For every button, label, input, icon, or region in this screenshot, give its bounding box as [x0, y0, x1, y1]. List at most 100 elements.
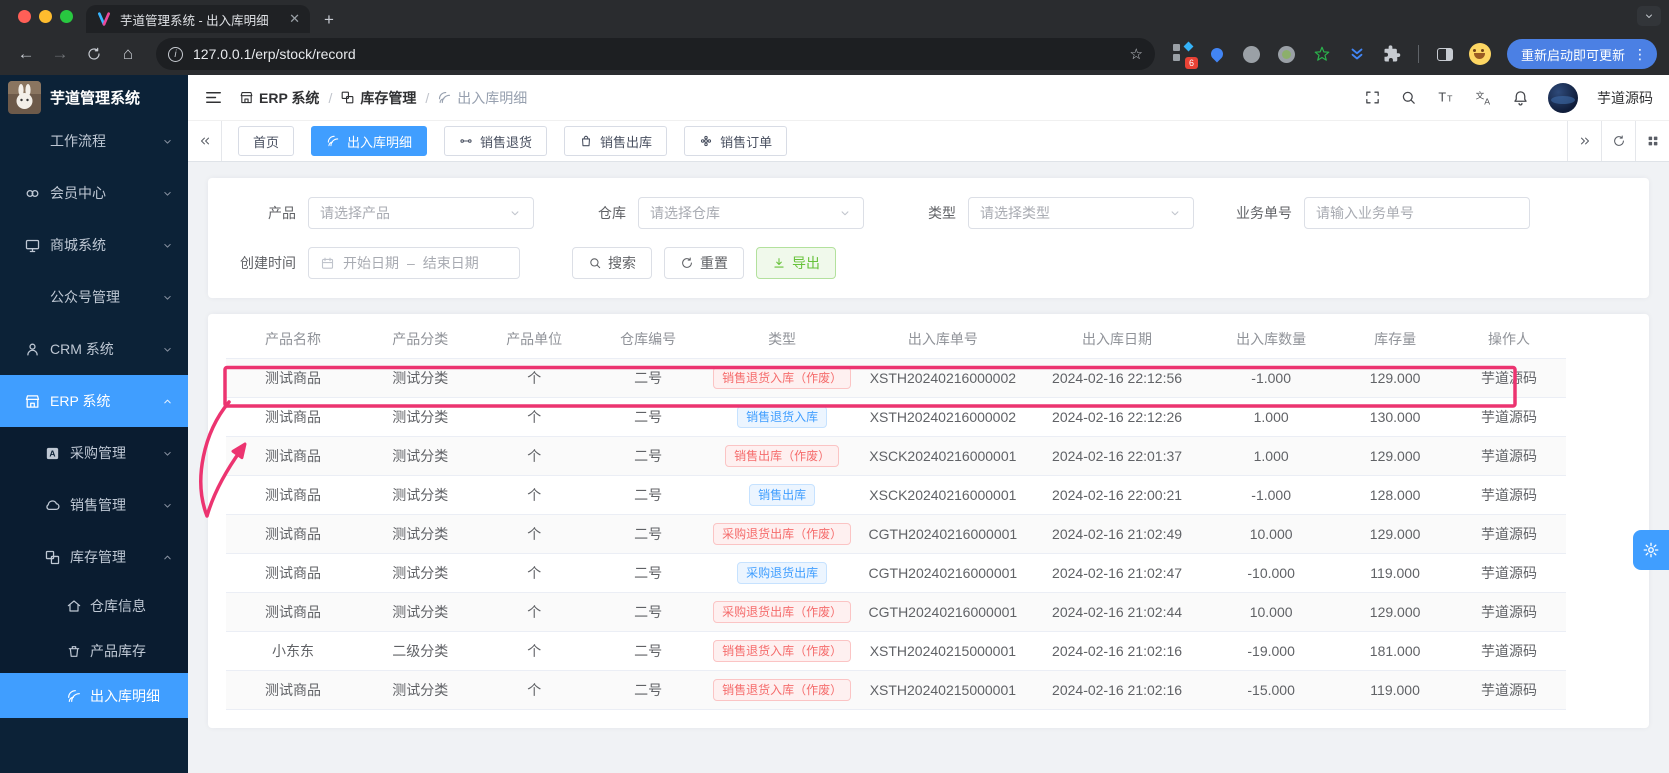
sidebar-item[interactable]: CRM 系统 — [0, 323, 188, 375]
minimize-window-button[interactable] — [39, 10, 52, 23]
table-row[interactable]: 测试商品 测试分类 个 二号 销售退货入库 XSTH20240216000002… — [226, 397, 1566, 436]
warehouse-select[interactable]: 请选择仓库 — [638, 197, 864, 229]
sidebar-logo[interactable]: 芋道管理系统 — [0, 75, 188, 119]
extension-circle-green-icon[interactable] — [1274, 41, 1300, 67]
new-tab-button[interactable]: + — [316, 7, 342, 33]
tab-close-icon[interactable]: ✕ — [289, 11, 300, 27]
tag-tab[interactable]: 销售订单 — [684, 126, 787, 156]
tag-tab[interactable]: 销售出库 — [564, 126, 667, 156]
table-row[interactable]: 测试商品 测试分类 个 二号 销售出库（作废） XSCK202402160000… — [226, 436, 1566, 475]
settings-gear-button[interactable] — [1633, 530, 1669, 570]
column-header[interactable]: 出入库日期 — [1030, 320, 1204, 358]
home-button[interactable]: ⌂ — [114, 40, 142, 68]
extension-tabs-icon[interactable]: 6 — [1169, 41, 1195, 67]
tab-search-button[interactable] — [1637, 6, 1661, 26]
cell-date: 2024-02-16 21:02:44 — [1030, 592, 1204, 631]
extension-pin-icon[interactable] — [1204, 41, 1230, 67]
date-range-picker[interactable]: 开始日期 – 结束日期 — [308, 247, 520, 279]
column-header[interactable]: 产品单位 — [481, 320, 588, 358]
sidebar-item[interactable]: 公众号管理 — [0, 271, 188, 323]
column-header[interactable]: 出入库单号 — [856, 320, 1030, 358]
cell-operator: 芋道源码 — [1452, 397, 1566, 436]
user-name[interactable]: 芋道源码 — [1597, 88, 1653, 108]
breadcrumb-item[interactable]: 库存管理 / — [340, 88, 429, 108]
table-row[interactable]: 测试商品 测试分类 个 二号 销售出库 XSCK20240216000001 2… — [226, 475, 1566, 514]
monitor-icon — [24, 237, 41, 254]
user-avatar[interactable] — [1548, 83, 1578, 113]
sidebar-item[interactable]: 采购管理 — [0, 427, 188, 479]
table-row[interactable]: 测试商品 测试分类 个 二号 销售退货入库（作废） XSTH2024021500… — [226, 670, 1566, 709]
reload-button[interactable] — [80, 40, 108, 68]
tags-layout-grid-button[interactable] — [1635, 121, 1669, 161]
forward-button[interactable]: → — [46, 40, 74, 68]
table-row[interactable]: 测试商品 测试分类 个 二号 销售退货入库（作废） XSTH2024021600… — [226, 358, 1566, 397]
close-window-button[interactable] — [18, 10, 31, 23]
profile-avatar[interactable] — [1467, 41, 1493, 67]
breadcrumb-item[interactable]: 出入库明细 / — [437, 88, 527, 108]
tag-tab[interactable]: 首页 — [238, 126, 294, 156]
type-select[interactable]: 请选择类型 — [968, 197, 1194, 229]
search-button[interactable]: 搜索 — [572, 247, 652, 279]
column-header[interactable]: 操作人 — [1452, 320, 1566, 358]
notifications-bell-icon[interactable] — [1512, 89, 1529, 106]
column-header[interactable]: 库存量 — [1338, 320, 1452, 358]
address-bar[interactable]: i 127.0.0.1/erp/stock/record ☆ — [156, 38, 1155, 70]
sidebar-item[interactable]: 产品库存 — [0, 628, 188, 673]
cell-warehouse: 二号 — [588, 358, 709, 397]
cell-order-no: CGTH20240216000001 — [856, 514, 1030, 553]
cell-warehouse: 二号 — [588, 436, 709, 475]
cell-product: 测试商品 — [226, 553, 360, 592]
zoom-window-button[interactable] — [60, 10, 73, 23]
product-select[interactable]: 请选择产品 — [308, 197, 534, 229]
bizno-input[interactable]: 请输入业务单号 — [1304, 197, 1530, 229]
font-size-icon[interactable] — [1436, 88, 1455, 107]
fullscreen-icon[interactable] — [1364, 89, 1381, 106]
sidebar-item[interactable]: 工作流程 — [0, 115, 188, 167]
extensions-puzzle-icon[interactable] — [1379, 41, 1405, 67]
column-header[interactable]: 类型 — [708, 320, 855, 358]
collapse-menu-icon[interactable] — [204, 88, 223, 107]
sidebar-item[interactable]: 会员中心 — [0, 167, 188, 219]
sidebar-item[interactable]: ERP 系统 — [0, 375, 188, 427]
breadcrumb-item[interactable]: ERP 系统 / — [239, 88, 332, 108]
back-button[interactable]: ← — [12, 40, 40, 68]
column-header[interactable]: 出入库数量 — [1204, 320, 1338, 358]
cell-order-no: CGTH20240216000001 — [856, 553, 1030, 592]
export-button[interactable]: 导出 — [756, 247, 836, 279]
column-header[interactable]: 产品名称 — [226, 320, 360, 358]
column-header[interactable]: 仓库编号 — [588, 320, 709, 358]
search-icon[interactable] — [1400, 89, 1417, 106]
bookmark-star-icon[interactable]: ☆ — [1130, 45, 1143, 63]
browser-tab[interactable]: 芋道管理系统 - 出入库明细 ✕ — [86, 5, 310, 33]
tag-tab[interactable]: 销售退货 — [444, 126, 547, 156]
cell-unit: 个 — [481, 592, 588, 631]
product-placeholder: 请选择产品 — [320, 203, 390, 223]
extension-star-icon[interactable] — [1309, 41, 1335, 67]
tags-scroll-left-button[interactable] — [188, 121, 222, 161]
tags-refresh-button[interactable] — [1601, 121, 1635, 161]
table-row[interactable]: 测试商品 测试分类 个 二号 采购退货出库（作废） CGTH2024021600… — [226, 514, 1566, 553]
sidebar-item[interactable]: 库存管理 — [0, 531, 188, 583]
language-icon[interactable] — [1474, 88, 1493, 107]
cell-operator: 芋道源码 — [1452, 514, 1566, 553]
table-row[interactable]: 测试商品 测试分类 个 二号 采购退货出库 CGTH20240216000001… — [226, 553, 1566, 592]
table-row[interactable]: 测试商品 测试分类 个 二号 采购退货出库（作废） CGTH2024021600… — [226, 592, 1566, 631]
window-controls[interactable] — [18, 10, 73, 23]
sidebar-item[interactable]: 销售管理 — [0, 479, 188, 531]
browser-menu-icon[interactable]: ⋮ — [1633, 46, 1651, 63]
sidebar-item[interactable]: 出入库明细 — [0, 673, 188, 718]
sidebar-item[interactable]: 商城系统 — [0, 219, 188, 271]
extension-chevrons-icon[interactable] — [1344, 41, 1370, 67]
extension-circle-icon[interactable] — [1239, 41, 1265, 67]
cell-stock: 181.000 — [1338, 631, 1452, 670]
side-panel-icon[interactable] — [1432, 41, 1458, 67]
site-info-icon[interactable]: i — [168, 47, 183, 62]
tags-scroll-right-button[interactable] — [1567, 121, 1601, 161]
column-header[interactable]: 产品分类 — [360, 320, 481, 358]
reset-button[interactable]: 重置 — [664, 247, 744, 279]
table-row[interactable]: 小东东 二级分类 个 二号 销售退货入库（作废） XSTH20240215000… — [226, 631, 1566, 670]
sidebar-item[interactable]: 仓库信息 — [0, 583, 188, 628]
chevron-down-icon — [1168, 206, 1182, 220]
browser-update-button[interactable]: 重新启动即可更新 ⋮ — [1507, 39, 1657, 69]
tag-tab[interactable]: 出入库明细 — [311, 126, 427, 156]
